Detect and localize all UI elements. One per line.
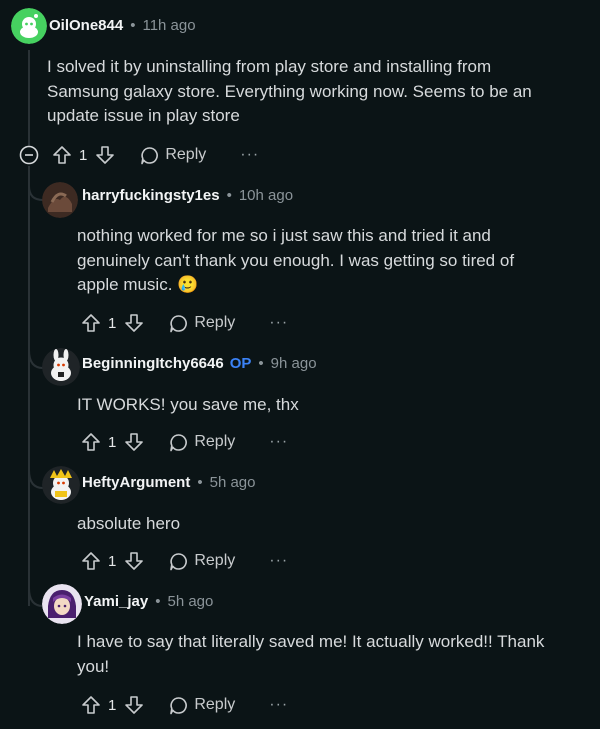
- separator: •: [155, 593, 161, 610]
- comment-actions: 1 Reply ···: [81, 310, 288, 336]
- comment-body: I solved it by uninstalling from play st…: [47, 57, 532, 125]
- reply-icon: [170, 696, 188, 714]
- timestamp: 9h ago: [270, 355, 317, 372]
- avatar[interactable]: [42, 584, 82, 624]
- comment-body: I have to say that literally saved me! I…: [77, 632, 545, 676]
- separator: •: [197, 474, 203, 491]
- username[interactable]: BeginningItchy6646: [82, 355, 224, 372]
- reply-button[interactable]: Reply: [168, 695, 235, 716]
- collapse-thread-icon[interactable]: [19, 145, 39, 170]
- reply-label: Reply: [165, 146, 207, 163]
- comment-meta: harryfuckingsty1es • 10h ago: [82, 187, 293, 204]
- reply-icon: [141, 146, 159, 164]
- vote-count: 1: [108, 433, 117, 451]
- downvote-icon[interactable]: [95, 145, 115, 165]
- reply-icon: [170, 314, 188, 332]
- upvote-icon[interactable]: [81, 551, 101, 571]
- timestamp: 5h ago: [167, 593, 214, 610]
- reply-label: Reply: [194, 552, 236, 569]
- downvote-icon[interactable]: [124, 695, 144, 715]
- comment-body: IT WORKS! you save me, thx: [77, 395, 299, 414]
- thread-line-main: [28, 50, 30, 146]
- reply-button[interactable]: Reply: [168, 432, 235, 453]
- comment-actions: 1 Reply ···: [81, 692, 288, 718]
- timestamp: 10h ago: [238, 187, 294, 204]
- upvote-icon[interactable]: [52, 145, 72, 165]
- comment-meta: HeftyArgument • 5h ago: [82, 474, 256, 491]
- avatar[interactable]: [42, 182, 78, 218]
- more-options-button[interactable]: ···: [240, 146, 259, 164]
- reply-label: Reply: [194, 314, 236, 331]
- upvote-icon[interactable]: [81, 432, 101, 452]
- downvote-icon[interactable]: [124, 313, 144, 333]
- vote-count: 1: [108, 696, 117, 714]
- vote-count: 1: [79, 146, 88, 164]
- username[interactable]: harryfuckingsty1es: [82, 187, 220, 204]
- reply-label: Reply: [194, 433, 236, 450]
- reply-label: Reply: [194, 696, 236, 713]
- more-options-button[interactable]: ···: [269, 696, 288, 714]
- reply-button[interactable]: Reply: [168, 551, 235, 572]
- username[interactable]: OilOne844: [49, 17, 123, 34]
- username[interactable]: HeftyArgument: [82, 474, 190, 491]
- vote-count: 1: [108, 314, 117, 332]
- comment-body: absolute hero: [77, 514, 181, 533]
- separator: •: [130, 17, 136, 34]
- comment-actions: 1 Reply ···: [81, 548, 288, 574]
- more-options-button[interactable]: ···: [269, 433, 288, 451]
- reply-icon: [170, 552, 188, 570]
- comment-meta: Yami_jay • 5h ago: [84, 593, 213, 610]
- downvote-icon[interactable]: [124, 432, 144, 452]
- vote-count: 1: [108, 552, 117, 570]
- timestamp: 11h ago: [142, 17, 196, 34]
- downvote-icon[interactable]: [124, 551, 144, 571]
- username[interactable]: Yami_jay: [84, 593, 148, 610]
- comment-actions: 1 Reply ···: [81, 429, 288, 455]
- avatar[interactable]: [42, 348, 80, 386]
- reply-icon: [170, 433, 188, 451]
- reply-button[interactable]: Reply: [139, 145, 206, 166]
- comment-meta: OilOne844 • 11h ago: [49, 17, 196, 34]
- more-options-button[interactable]: ···: [269, 552, 288, 570]
- upvote-icon[interactable]: [81, 695, 101, 715]
- more-options-button[interactable]: ···: [269, 314, 288, 332]
- separator: •: [226, 187, 232, 204]
- reply-button[interactable]: Reply: [168, 313, 235, 334]
- avatar[interactable]: [11, 8, 47, 44]
- avatar[interactable]: [42, 466, 80, 504]
- timestamp: 5h ago: [209, 474, 256, 491]
- comment-meta: BeginningItchy6646 OP • 9h ago: [82, 355, 317, 372]
- upvote-icon[interactable]: [81, 313, 101, 333]
- thread-line-replies: [28, 166, 30, 606]
- comment-body: nothing worked for me so i just saw this…: [77, 226, 515, 294]
- separator: •: [258, 355, 264, 372]
- comment-actions: 1 Reply ···: [52, 142, 259, 168]
- op-badge: OP: [229, 355, 252, 372]
